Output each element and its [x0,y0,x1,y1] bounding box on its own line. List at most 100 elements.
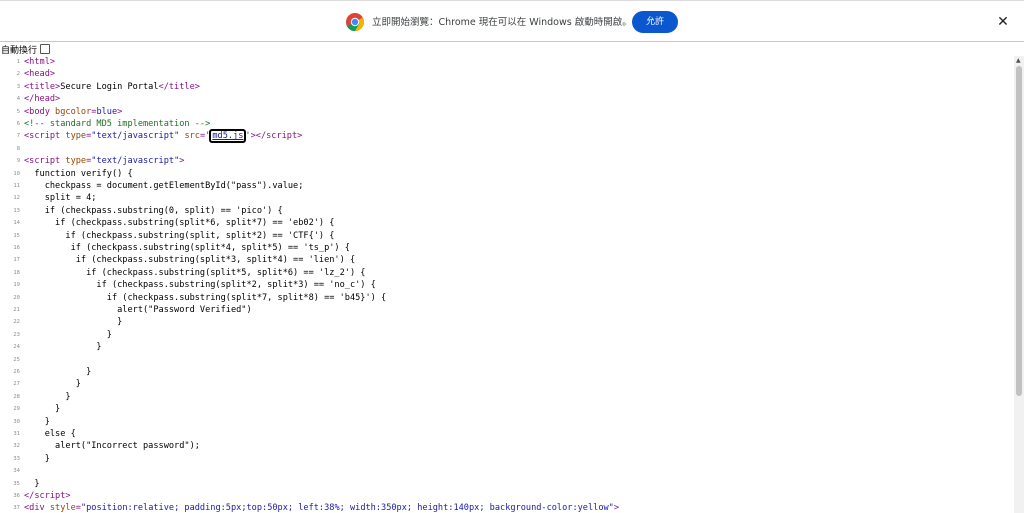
line-code: alert("Incorrect password"); [24,441,200,452]
line-number: 13 [13,207,20,214]
source-line: 33 } [0,454,1014,467]
source-line: 11 checkpass = document.getElementById("… [0,181,1014,194]
line-code: } [24,342,102,353]
line-code: } [24,416,50,427]
line-number: 6 [16,121,20,127]
line-number: 15 [13,232,20,239]
line-number: 30 [13,418,20,425]
line-code: if (checkpass.substring(split*3, split*4… [24,255,356,266]
line-code: if (checkpass.substring(split*4, split*5… [24,243,350,253]
scroll-up-icon[interactable]: ▲ [1016,57,1021,64]
source-line: 26 } [0,367,1014,380]
line-number: 23 [13,331,20,338]
line-code: } [24,379,81,390]
source-line: 9 <script type="text/javascript"> [0,156,1014,169]
source-line: 7 <script type="text/javascript" src=' md5… [0,129,1014,144]
line-number: 31 [13,431,20,437]
source-line: 15 if (checkpass.substring(split, split*… [0,231,1014,244]
source-line: 10 function verify() { [0,169,1014,182]
line-number: 24 [13,344,20,351]
line-number: 19 [13,282,20,289]
source-line: 19 if (checkpass.substring(split*2, spli… [0,280,1014,293]
allow-button[interactable]: 允許 [632,11,678,33]
source-line: 3 <title>Secure Login Portal</title> [0,82,1014,95]
source-line: 32 alert("Incorrect password"); [0,441,1014,454]
source-line: 23 } [0,330,1014,343]
line-code: } [24,478,40,489]
line-number: 8 [16,145,20,152]
source-line: 27 } [0,379,1014,392]
line-code: } [24,367,92,377]
infobar-message: 立即開始瀏覽：Chrome 現在可以在 Windows 啟動時開啟。 [372,17,632,28]
line-code: if (checkpass.substring(split, split*2) … [24,230,335,241]
line-number: 17 [13,257,20,264]
line-code: </head> [24,94,61,105]
line-code: <script type="text/javascript" src=' md5.… [24,129,303,144]
line-code: } [24,317,123,328]
line-number: 36 [13,493,20,499]
line-code: alert("Password Verified") [24,305,252,315]
line-wrap-label: 自動換行 [1,46,38,56]
line-number: 14 [13,220,20,227]
close-icon[interactable]: ✕ [996,15,1010,29]
source-line: 35 } [0,479,1014,492]
line-code: } [24,329,112,340]
source-line: 14 if (checkpass.substring(split*6, spli… [0,218,1014,231]
line-number: 1 [16,59,20,65]
line-number: 5 [16,108,20,115]
md5-js-link[interactable]: md5.js [209,129,247,144]
source-line: 31 else { [0,429,1014,442]
source-line: 24 } [0,342,1014,355]
source-line: 13 if (checkpass.substring(0, split) == … [0,206,1014,219]
chrome-logo-icon [346,13,364,31]
line-code: split = 4; [24,193,97,204]
source-line: 2 <head> [0,69,1014,82]
line-number: 7 [16,133,20,140]
line-number: 27 [13,381,20,388]
line-code: <head> [24,69,56,80]
source-line: 29 } [0,404,1014,417]
line-code: <!-- standard MD5 implementation --> [24,119,211,129]
source-line: 17 if (checkpass.substring(split*3, spli… [0,255,1014,268]
source-line: 12 split = 4; [0,193,1014,206]
scrollbar-thumb[interactable] [1016,66,1022,396]
source-line: 28 } [0,392,1014,405]
source-line: 18 if (checkpass.substring(split*5, spli… [0,268,1014,281]
line-code: } [24,453,50,464]
line-code: <title>Secure Login Portal</title> [24,81,200,92]
vertical-scrollbar[interactable]: ▲ [1014,56,1024,513]
line-number: 12 [13,195,20,202]
chrome-infobar: 立即開始瀏覽：Chrome 現在可以在 Windows 啟動時開啟。 允許 ✕ [0,0,1024,42]
line-code: } [24,391,71,402]
line-number: 4 [16,96,20,103]
source-line: 34 [0,466,1014,479]
line-code: function verify() { [24,168,133,179]
source-line: 21 alert("Password Verified") [0,305,1014,318]
line-number: 2 [16,71,20,78]
line-number: 26 [13,369,20,375]
line-number: 20 [13,294,20,301]
source-line: 25 [0,355,1014,368]
source-line: 4 </head> [0,94,1014,107]
source-line: 8 [0,144,1014,157]
source-line: 1 <html> [0,57,1014,70]
line-number: 16 [13,245,20,251]
line-number: 37 [13,505,20,512]
line-number: 32 [13,443,20,450]
line-wrap-checkbox[interactable] [40,44,50,54]
line-number: 34 [13,468,20,475]
line-code: } [24,404,61,415]
source-line: 36 </script> [0,491,1014,504]
line-code: <body bgcolor=blue> [24,106,123,117]
line-code: <div style="position:relative; padding:5… [24,503,620,513]
line-number: 22 [13,319,20,326]
source-line: 22 } [0,317,1014,330]
line-number: 33 [13,455,20,462]
line-code: if (checkpass.substring(split*6, split*7… [24,218,335,229]
source-line: 6 <!-- standard MD5 implementation --> [0,119,1014,132]
line-code: if (checkpass.substring(split*2, split*3… [24,280,376,291]
line-number: 28 [13,393,20,400]
line-code: if (checkpass.substring(split*5, split*6… [24,267,366,278]
line-code: if (checkpass.substring(split*7, split*8… [24,292,387,303]
line-code: if (checkpass.substring(0, split) == 'pi… [24,205,283,216]
